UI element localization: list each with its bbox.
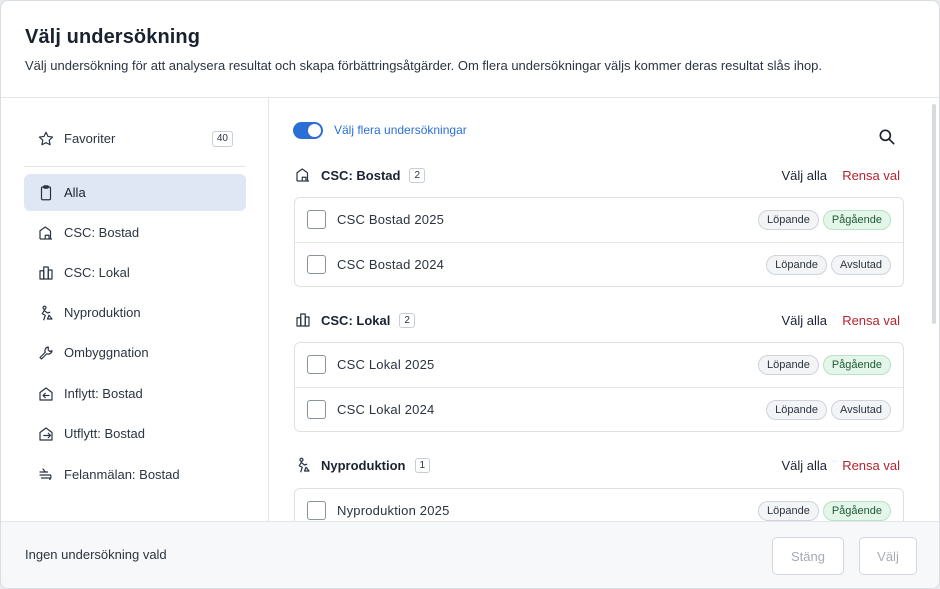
favorites-count-badge: 40 [211, 131, 233, 147]
sidebar-item-ombyggnation[interactable]: Ombyggnation [24, 334, 246, 371]
sidebar-divider [24, 166, 246, 167]
construction-worker-icon [294, 456, 312, 474]
section-header-nyproduktion: Nyproduktion 1 Välj alla Rensa val [294, 454, 900, 476]
house-icon [294, 166, 312, 184]
section-title: Nyproduktion [321, 457, 406, 473]
status-badge: Avslutad [831, 400, 891, 420]
survey-row[interactable]: CSC Bostad 2024 Löpande Avslutad [295, 242, 903, 286]
clear-selection-link[interactable]: Rensa val [842, 168, 900, 183]
sidebar-item-label: Ombyggnation [64, 345, 149, 360]
dialog-footer: Ingen undersökning vald Stäng Välj [1, 521, 939, 588]
sidebar-item-felanmalan-bostad[interactable]: Felanmälan: Bostad [24, 456, 246, 493]
survey-group-card: Nyproduktion 2025 Löpande Pågående [294, 488, 904, 521]
clipboard-icon [37, 184, 55, 202]
scrollbar[interactable] [932, 104, 936, 324]
search-icon[interactable] [877, 127, 897, 147]
survey-name: CSC Bostad 2025 [337, 212, 445, 227]
category-sidebar: Favoriter 40 Alla CSC: Bostad CSC: Lokal [1, 98, 269, 521]
survey-checkbox[interactable] [307, 501, 326, 520]
section-title: CSC: Bostad [321, 167, 401, 183]
sidebar-item-label: CSC: Bostad [64, 225, 140, 240]
sidebar-item-favorites[interactable]: Favoriter 40 [24, 120, 246, 157]
section-header-csc-bostad: CSC: Bostad 2 Välj alla Rensa val [294, 164, 900, 186]
choose-button[interactable]: Välj [859, 537, 917, 575]
section-count-badge: 2 [399, 312, 415, 328]
frequency-badge: Löpande [766, 400, 827, 420]
wrench-icon [37, 344, 55, 362]
frequency-badge: Löpande [758, 210, 819, 230]
status-badge: Pågående [822, 501, 891, 521]
sidebar-item-csc-lokal[interactable]: CSC: Lokal [24, 254, 246, 291]
sidebar-item-label: Favoriter [64, 131, 116, 146]
section-count-badge: 1 [414, 457, 431, 473]
house-icon [37, 224, 55, 242]
sidebar-item-alla[interactable]: Alla [24, 174, 246, 211]
move-in-icon [37, 385, 55, 403]
status-badge: Avslutad [831, 255, 891, 275]
building-icon [294, 311, 312, 329]
selection-status: Ingen undersökning vald [25, 547, 167, 562]
clear-selection-link[interactable]: Rensa val [842, 313, 900, 328]
select-all-link[interactable]: Välj alla [781, 313, 827, 328]
survey-group-card: CSC Lokal 2025 Löpande Pågående CSC Loka… [294, 342, 904, 432]
frequency-badge: Löpande [758, 355, 819, 375]
survey-name: CSC Lokal 2024 [337, 402, 435, 417]
status-badge: Pågående [822, 355, 891, 375]
sidebar-item-nyproduktion[interactable]: Nyproduktion [24, 294, 246, 331]
select-all-link[interactable]: Välj alla [781, 458, 827, 473]
sidebar-item-utflytt-bostad[interactable]: Utflytt: Bostad [24, 415, 246, 452]
toggle-knob [308, 124, 321, 137]
survey-name: CSC Bostad 2024 [337, 257, 445, 272]
multi-select-toggle-label[interactable]: Välj flera undersökningar [334, 123, 467, 137]
multi-select-toggle[interactable] [293, 122, 323, 139]
section-header-csc-lokal: CSC: Lokal 2 Välj alla Rensa val [294, 309, 900, 331]
frequency-badge: Löpande [758, 501, 819, 521]
section-count-badge: 2 [409, 167, 426, 183]
dialog-title: Välj undersökning [25, 26, 201, 48]
dialog-subtitle: Välj undersökning för att analysera resu… [25, 58, 823, 73]
survey-checkbox[interactable] [307, 255, 326, 274]
close-button[interactable]: Stäng [772, 537, 844, 575]
sidebar-item-label: Alla [64, 185, 86, 200]
sidebar-item-label: CSC: Lokal [64, 265, 130, 280]
sidebar-item-inflytt-bostad[interactable]: Inflytt: Bostad [24, 375, 246, 412]
survey-row[interactable]: CSC Lokal 2024 Löpande Avslutad [295, 387, 903, 431]
sidebar-item-label: Utflytt: Bostad [64, 426, 145, 441]
sidebar-item-label: Nyproduktion [64, 305, 141, 320]
frequency-badge: Löpande [766, 255, 827, 275]
survey-list-panel: Välj flera undersökningar CSC: Bostad 2 … [270, 98, 939, 521]
select-all-link[interactable]: Välj alla [781, 168, 827, 183]
move-out-icon [37, 425, 55, 443]
survey-row[interactable]: CSC Lokal 2025 Löpande Pågående [295, 343, 903, 387]
survey-group-card: CSC Bostad 2025 Löpande Pågående CSC Bos… [294, 197, 904, 287]
section-title: CSC: Lokal [321, 312, 391, 328]
survey-picker-dialog: Välj undersökning Välj undersökning för … [0, 0, 940, 589]
fault-report-icon [37, 466, 55, 484]
dialog-header: Välj undersökning Välj undersökning för … [1, 1, 939, 98]
clear-selection-link[interactable]: Rensa val [842, 458, 900, 473]
survey-row[interactable]: Nyproduktion 2025 Löpande Pågående [295, 489, 903, 521]
sidebar-item-csc-bostad[interactable]: CSC: Bostad [24, 214, 246, 251]
survey-name: CSC Lokal 2025 [337, 357, 435, 372]
construction-worker-icon [37, 304, 55, 322]
sidebar-item-label: Felanmälan: Bostad [64, 467, 180, 482]
star-icon [37, 130, 55, 148]
building-icon [37, 264, 55, 282]
survey-checkbox[interactable] [307, 210, 326, 229]
survey-checkbox[interactable] [307, 400, 326, 419]
survey-name: Nyproduktion 2025 [337, 503, 450, 518]
survey-checkbox[interactable] [307, 355, 326, 374]
status-badge: Pågående [822, 210, 891, 230]
sidebar-item-label: Inflytt: Bostad [64, 386, 143, 401]
survey-row[interactable]: CSC Bostad 2025 Löpande Pågående [295, 198, 903, 242]
